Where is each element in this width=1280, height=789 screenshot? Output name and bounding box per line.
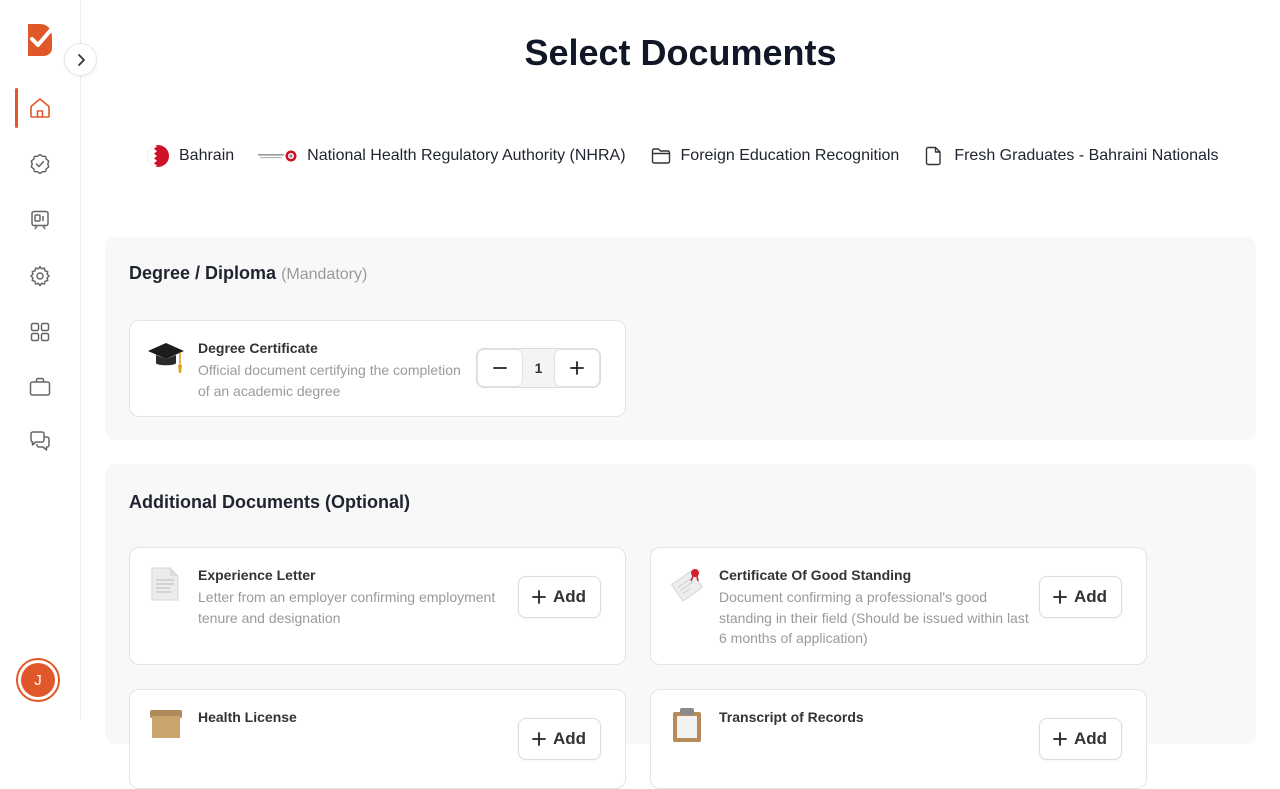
license-icon bbox=[150, 710, 182, 738]
add-button-label: Add bbox=[552, 729, 586, 748]
mandatory-documents-section: Degree / Diploma (Mandatory) Degree Cert… bbox=[105, 237, 1256, 440]
app-logo-icon[interactable] bbox=[26, 22, 54, 58]
plus-icon bbox=[532, 590, 546, 604]
plus-icon bbox=[570, 361, 584, 375]
plus-icon bbox=[1053, 590, 1067, 604]
document-title: Transcript of Records bbox=[719, 709, 864, 725]
section-title: Additional Documents (Optional) bbox=[129, 492, 410, 512]
additional-documents-section: Additional Documents (Optional) Experien… bbox=[105, 464, 1256, 789]
nav-chat[interactable] bbox=[26, 427, 54, 455]
document-card-transcript: Transcript of Records Add bbox=[650, 689, 1147, 789]
sidebar: J bbox=[0, 0, 81, 720]
breadcrumb: Bahrain National Health Regulatory Autho… bbox=[146, 145, 1218, 167]
document-description: Official document certifying the complet… bbox=[198, 362, 461, 399]
document-title: Health License bbox=[198, 709, 297, 725]
chevron-right-icon bbox=[77, 53, 85, 66]
page-title: Select Documents bbox=[524, 32, 837, 73]
add-document-button[interactable]: Add bbox=[1038, 576, 1122, 618]
breadcrumb-label: Bahrain bbox=[179, 147, 235, 164]
add-document-button[interactable]: Add bbox=[517, 576, 601, 618]
section-title-text: Degree / Diploma bbox=[129, 263, 277, 283]
breadcrumb-label: Fresh Graduates - Bahraini Nationals bbox=[954, 147, 1219, 164]
document-title: Degree Certificate bbox=[198, 340, 318, 356]
document-card-degree-certificate: Degree Certificate Official document cer… bbox=[129, 320, 626, 417]
plus-icon bbox=[1053, 732, 1067, 746]
minus-icon bbox=[493, 367, 507, 369]
file-icon bbox=[926, 146, 942, 166]
section-title: Degree / Diploma (Mandatory) bbox=[129, 263, 367, 284]
decrement-button[interactable] bbox=[477, 349, 523, 387]
folder-icon bbox=[651, 148, 670, 164]
add-document-button[interactable]: Add bbox=[517, 718, 601, 760]
document-card-good-standing: Certificate Of Good Standing Document co… bbox=[650, 547, 1147, 665]
avatar-initial: J bbox=[21, 663, 55, 697]
document-title: Certificate Of Good Standing bbox=[719, 567, 912, 583]
apps-grid-icon bbox=[30, 322, 50, 342]
breadcrumb-item-service[interactable]: Foreign Education Recognition bbox=[650, 145, 900, 167]
sidebar-toggle-button[interactable] bbox=[64, 43, 97, 76]
id-card-icon bbox=[31, 210, 49, 230]
gear-icon bbox=[30, 265, 50, 287]
briefcase-icon bbox=[29, 377, 51, 396]
add-document-button[interactable]: Add bbox=[1038, 718, 1122, 760]
document-card-health-license: Health License Add bbox=[129, 689, 626, 789]
document-description: Letter from an employer confirming emplo… bbox=[198, 589, 496, 626]
quantity-stepper: 1 bbox=[476, 348, 601, 388]
active-nav-indicator bbox=[15, 88, 18, 128]
increment-button[interactable] bbox=[554, 349, 600, 387]
chat-icon bbox=[30, 431, 50, 451]
nav-settings[interactable] bbox=[26, 262, 54, 290]
letter-icon bbox=[151, 567, 179, 601]
document-description: Document confirming a professional's goo… bbox=[719, 589, 1029, 646]
nav-briefcase[interactable] bbox=[26, 373, 54, 401]
breadcrumb-item-category[interactable]: Fresh Graduates - Bahraini Nationals bbox=[923, 145, 1218, 167]
breadcrumb-label: Foreign Education Recognition bbox=[680, 147, 900, 164]
breadcrumb-label: National Health Regulatory Authority (NH… bbox=[307, 147, 626, 164]
nav-verified[interactable] bbox=[26, 150, 54, 178]
user-avatar[interactable]: J bbox=[16, 658, 60, 702]
plus-icon bbox=[532, 732, 546, 746]
graduation-cap-icon bbox=[148, 343, 184, 373]
add-button-label: Add bbox=[1073, 587, 1107, 606]
nav-apps[interactable] bbox=[26, 318, 54, 346]
breadcrumb-item-country[interactable]: Bahrain bbox=[146, 145, 234, 167]
document-card-experience-letter: Experience Letter Letter from an employe… bbox=[129, 547, 626, 665]
home-icon bbox=[30, 98, 50, 118]
add-button-label: Add bbox=[552, 587, 586, 606]
quantity-value: 1 bbox=[534, 360, 543, 376]
add-button-label: Add bbox=[1073, 729, 1107, 748]
bahrain-flag-icon bbox=[147, 145, 169, 167]
clipboard-icon bbox=[673, 708, 701, 742]
verified-badge-icon bbox=[30, 153, 50, 175]
certificate-icon bbox=[671, 569, 703, 602]
nav-id-card[interactable] bbox=[26, 206, 54, 234]
mandatory-tag: (Mandatory) bbox=[281, 266, 368, 283]
nav-home[interactable] bbox=[26, 94, 54, 122]
breadcrumb-item-authority[interactable]: National Health Regulatory Authority (NH… bbox=[258, 145, 626, 167]
document-title: Experience Letter bbox=[198, 567, 316, 583]
nhra-logo-icon bbox=[258, 150, 297, 162]
